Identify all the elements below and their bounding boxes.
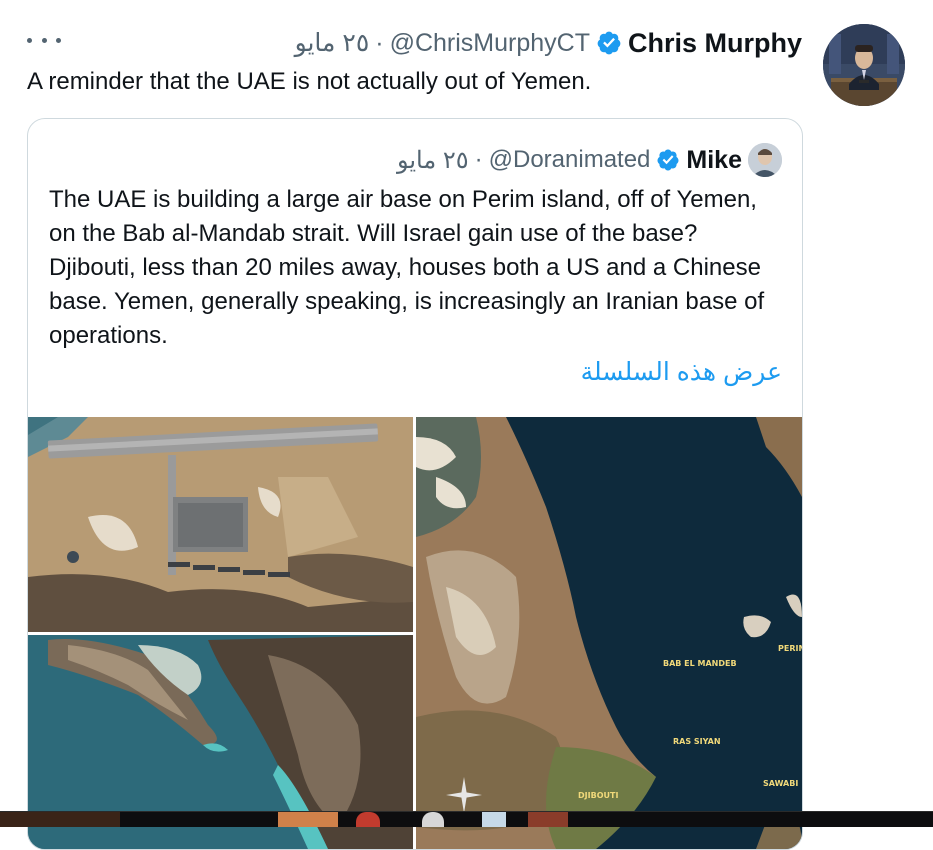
show-thread-link[interactable]: عرض هذه السلسلة	[581, 357, 782, 387]
quoted-header-separator: ·	[474, 146, 483, 173]
os-taskbar	[0, 811, 933, 827]
quoted-tweet-header: ٢٥ مايو · @Doranimated Mike	[397, 143, 782, 177]
more-dot	[56, 37, 61, 43]
quoted-tweet-date: ٢٥ مايو	[396, 146, 469, 174]
quoted-tweet-media: BAB EL MANDEB PERIM RAS SIYAN DJIBOUTI S…	[28, 417, 802, 849]
map-label-sawabi: SAWABI	[763, 779, 798, 788]
tweet-date[interactable]: ٢٥ مايو	[295, 28, 370, 58]
tweet-header: ٢٥ مايو · @ChrisMurphyCT Chris Murphy	[295, 26, 802, 60]
avatar-photo	[823, 24, 905, 106]
taskbar-segment	[0, 812, 120, 827]
header-separator: ·	[375, 28, 384, 57]
quoted-tweet-text: The UAE is building a large air base on …	[49, 186, 765, 349]
tweet-text: A reminder that the UAE is not actually …	[27, 68, 592, 95]
author-handle[interactable]: @ChrisMurphyCT	[390, 29, 590, 58]
map-image-art: BAB EL MANDEB PERIM RAS SIYAN DJIBOUTI S…	[416, 417, 802, 849]
more-options-button[interactable]	[27, 28, 61, 52]
verified-badge-icon	[657, 149, 679, 171]
quoted-author-name: Mike	[686, 145, 742, 174]
taskbar-app-icon[interactable]	[422, 812, 444, 827]
quoted-author-handle: @Doranimated	[488, 146, 651, 173]
map-label-perim: PERIM	[778, 644, 802, 653]
taskbar-app-icon[interactable]	[356, 812, 380, 827]
taskbar-app-active[interactable]	[278, 812, 338, 827]
quoted-author-avatar	[748, 143, 782, 177]
verified-badge-icon	[597, 31, 621, 55]
more-dot	[41, 37, 47, 43]
taskbar-app-icon[interactable]	[482, 812, 506, 827]
airbase-image-art	[28, 417, 413, 632]
bab-el-mandeb-map-image[interactable]: BAB EL MANDEB PERIM RAS SIYAN DJIBOUTI S…	[416, 417, 802, 849]
map-label-djibouti: DJIBOUTI	[578, 791, 618, 800]
map-label-bab-el-mandeb: BAB EL MANDEB	[663, 659, 737, 668]
taskbar-app-icon[interactable]	[528, 812, 568, 827]
airbase-satellite-image[interactable]	[28, 417, 413, 632]
quoted-avatar-photo	[748, 143, 782, 177]
author-avatar[interactable]	[823, 24, 905, 106]
map-label-ras-siyan: RAS SIYAN	[673, 737, 721, 746]
quoted-tweet-card[interactable]: ٢٥ مايو · @Doranimated Mike The UAE is b…	[27, 118, 803, 850]
more-dots-icon	[27, 37, 32, 43]
author-name[interactable]: Chris Murphy	[628, 28, 802, 59]
